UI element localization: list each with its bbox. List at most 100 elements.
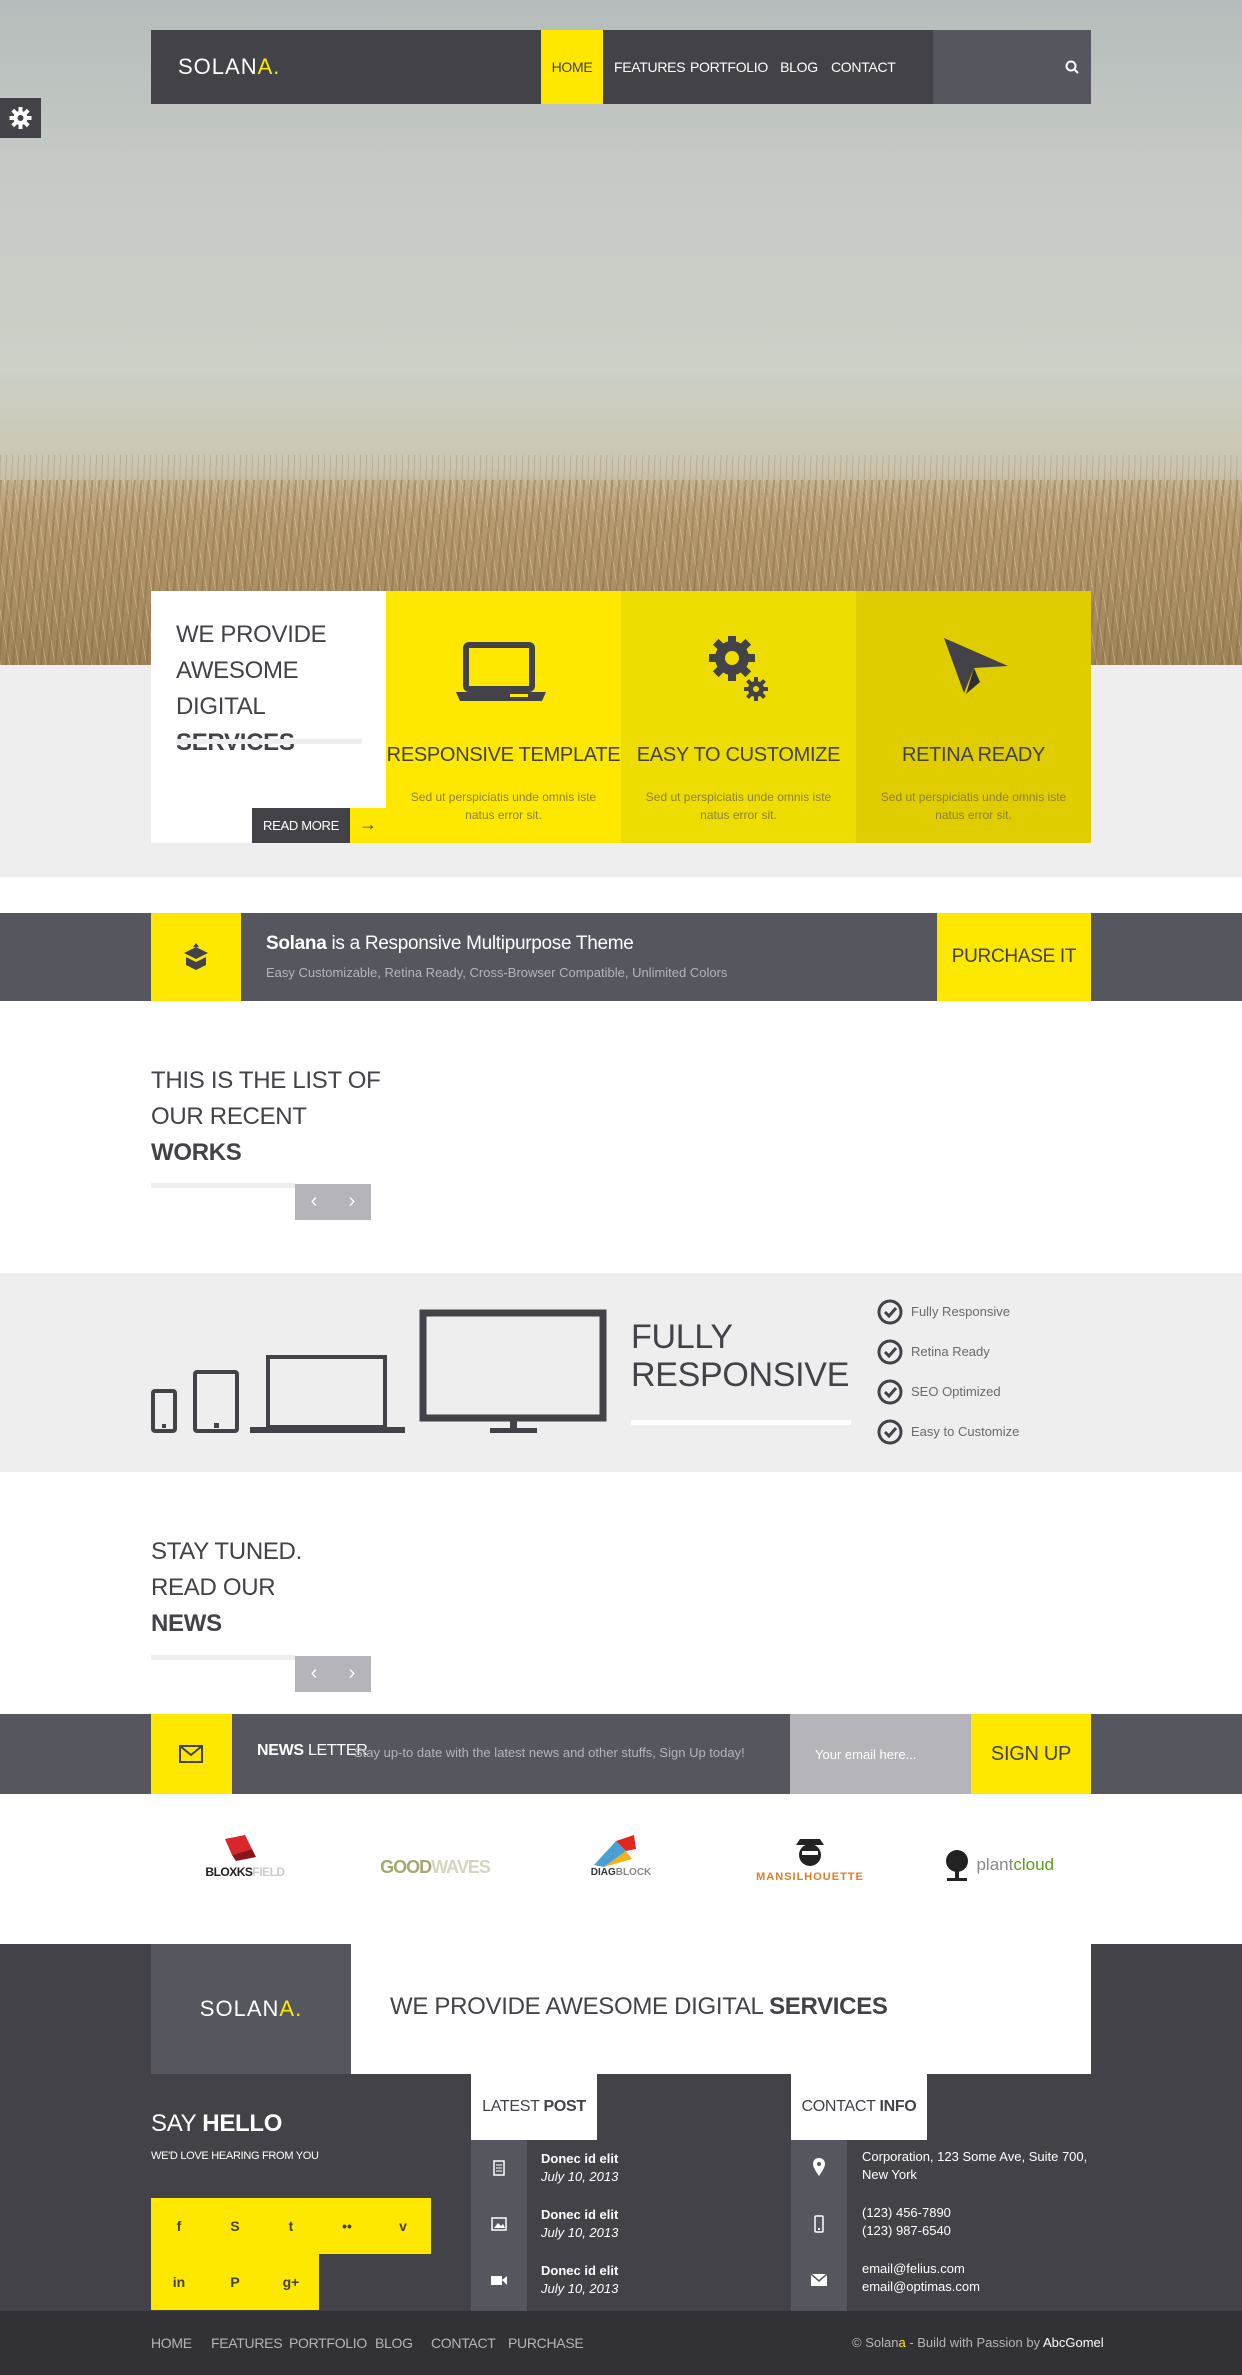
footer: SOLANA. WE PROVIDE AWESOME DIGITAL SERVI…	[0, 1944, 1242, 2311]
contact-phone: (123) 456-7890 (123) 987-6540	[862, 2205, 951, 2238]
say-hello-heading: SAY HELLO	[151, 2110, 283, 2137]
tablet-icon	[193, 1370, 239, 1433]
footer-nav-portfolio[interactable]: PORTFOLIO	[289, 2311, 367, 2375]
client-logo-goodwaves[interactable]: GOODWAVES	[372, 1835, 498, 1895]
news-heading: STAY TUNED. READ OUR NEWS	[151, 1538, 302, 1637]
check-circle-icon	[877, 1339, 903, 1365]
purchase-bar: Solana is a Responsive Multipurpose Them…	[0, 913, 1242, 1001]
email-input[interactable]	[790, 1714, 971, 1794]
nav-blog[interactable]: BLOG	[777, 30, 821, 104]
facebook-icon[interactable]: f	[151, 2198, 207, 2254]
purchase-subtitle: Easy Customizable, Retina Ready, Cross-B…	[266, 965, 728, 980]
site-logo[interactable]: SOLANA.	[178, 54, 280, 80]
latest-post-heading: LATEST POST	[471, 2074, 597, 2140]
laptop-device-icon	[266, 1355, 387, 1429]
pinterest-icon[interactable]: P	[207, 2254, 263, 2310]
flickr-icon[interactable]: ••	[319, 2198, 375, 2254]
image-icon	[471, 2196, 527, 2252]
footer-logo[interactable]: SOLANA.	[151, 1996, 351, 2022]
vimeo-icon[interactable]: v	[375, 2198, 431, 2254]
search-button[interactable]	[933, 30, 1091, 104]
service-desc: Sed ut perspiciatis unde omnis iste natu…	[880, 790, 1067, 822]
divider	[631, 1420, 851, 1425]
monitor-icon	[419, 1309, 607, 1422]
purchase-button[interactable]: PURCHASE IT	[937, 913, 1091, 1001]
envelope-icon	[791, 2252, 847, 2308]
prev-button[interactable]: ‹	[295, 1656, 333, 1692]
check-circle-icon	[877, 1419, 903, 1445]
divider	[151, 1183, 295, 1188]
responsive-section: FULLY RESPONSIVE Fully Responsive Retina…	[0, 1273, 1242, 1472]
video-icon	[471, 2252, 527, 2308]
arrow-right-icon[interactable]: →	[350, 808, 386, 843]
newsletter-desc: Stay up-to date with the latest news and…	[354, 1745, 745, 1760]
document-icon	[471, 2140, 527, 2196]
footer-nav-home[interactable]: HOME	[151, 2311, 192, 2375]
next-button[interactable]: ›	[333, 1184, 371, 1220]
divider	[151, 1655, 295, 1660]
say-hello-subtitle: WE'D LOVE HEARING FROM YOU	[151, 2150, 319, 2162]
read-more-button[interactable]: READ MORE	[252, 808, 350, 843]
service-title: RESPONSIVE TEMPLATE	[386, 744, 621, 766]
google-plus-icon[interactable]: g+	[263, 2254, 319, 2310]
prev-button[interactable]: ‹	[295, 1184, 333, 1220]
search-icon	[1065, 60, 1079, 74]
news-pager: ‹ ›	[295, 1656, 371, 1692]
gears-icon	[621, 636, 856, 716]
footer-nav-contact[interactable]: CONTACT	[431, 2311, 496, 2375]
service-card-responsive[interactable]: RESPONSIVE TEMPLATE Sed ut perspiciatis …	[386, 591, 621, 843]
contact-address: Corporation, 123 Some Ave, Suite 700, New…	[862, 2149, 1088, 2182]
linkedin-icon[interactable]: in	[151, 2254, 207, 2310]
post-title[interactable]: Donec id elit	[541, 2151, 618, 2166]
settings-toggle[interactable]	[0, 98, 41, 138]
service-card-customize[interactable]: EASY TO CUSTOMIZE Sed ut perspiciatis un…	[621, 591, 856, 843]
footer-tagline: WE PROVIDE AWESOME DIGITAL SERVICES	[390, 1993, 888, 2020]
contact-email[interactable]: email@felius.com email@optimas.com	[862, 2260, 980, 2296]
newsletter-bar: NEWS LETTER Stay up-to date with the lat…	[0, 1714, 1242, 1794]
nav-home[interactable]: HOME	[541, 30, 603, 104]
purchase-icon-box	[151, 913, 241, 1001]
footer-nav-features[interactable]: FEATURES	[211, 2311, 283, 2375]
purchase-title: Solana is a Responsive Multipurpose Them…	[266, 933, 634, 954]
post-title[interactable]: Donec id elit	[541, 2263, 618, 2278]
client-logo-bloxks[interactable]: BLOXKSFIELD	[190, 1835, 300, 1895]
sign-up-button[interactable]: SIGN UP	[971, 1714, 1091, 1794]
service-title: RETINA READY	[901, 744, 1046, 766]
check-circle-icon	[877, 1299, 903, 1325]
footer-nav-blog[interactable]: BLOG	[375, 2311, 413, 2375]
envelope-icon	[179, 1745, 203, 1763]
service-title: EASY TO CUSTOMIZE	[636, 744, 841, 766]
works-pager: ‹ ›	[295, 1184, 371, 1220]
gear-icon	[9, 107, 32, 129]
services-intro: WE PROVIDE AWESOME DIGITAL SERVICES	[151, 591, 386, 843]
latest-post-icons	[471, 2140, 527, 2311]
contact-info-heading: CONTACT INFO	[791, 2074, 927, 2140]
client-logo-diagblock[interactable]: DIAGBLOCK	[586, 1835, 656, 1895]
divider	[176, 739, 362, 744]
mobile-phone-icon	[791, 2196, 847, 2252]
box-icon	[184, 943, 208, 970]
service-desc: Sed ut perspiciatis unde omnis iste natu…	[645, 790, 832, 822]
map-marker-icon	[791, 2140, 847, 2196]
newsletter-title: NEWS LETTER	[257, 1742, 368, 1759]
skype-icon[interactable]: S	[207, 2198, 263, 2254]
client-logo-mansilhouette[interactable]: MANSILHOUETTE	[746, 1835, 874, 1895]
nav-features[interactable]: FEATURES	[614, 30, 686, 104]
post-date: July 10, 2013	[541, 2281, 619, 2296]
works-heading: THIS IS THE LIST OF OUR RECENT WORKS	[151, 1067, 381, 1166]
top-navigation: SOLANA. HOME FEATURES PORTFOLIO BLOG CON…	[151, 30, 1091, 104]
footer-nav-purchase[interactable]: PURCHASE	[508, 2311, 584, 2375]
footer-logo-box: SOLANA.	[151, 1944, 351, 2074]
bottom-bar: HOME FEATURES PORTFOLIO BLOG CONTACT PUR…	[0, 2311, 1242, 2375]
nav-portfolio[interactable]: PORTFOLIO	[690, 30, 768, 104]
next-button[interactable]: ›	[333, 1656, 371, 1692]
post-title[interactable]: Donec id elit	[541, 2207, 618, 2222]
twitter-icon[interactable]: t	[263, 2198, 319, 2254]
laptop-icon	[386, 636, 621, 716]
newsletter-icon-box	[151, 1714, 232, 1794]
nav-contact[interactable]: CONTACT	[831, 30, 896, 104]
copyright: © Solana - Build with Passion by AbcGome…	[852, 2335, 1104, 2350]
paper-plane-icon	[856, 636, 1091, 716]
service-card-retina[interactable]: RETINA READY Sed ut perspiciatis unde om…	[856, 591, 1091, 843]
client-logo-plantcloud[interactable]: plantcloud	[938, 1835, 1058, 1895]
